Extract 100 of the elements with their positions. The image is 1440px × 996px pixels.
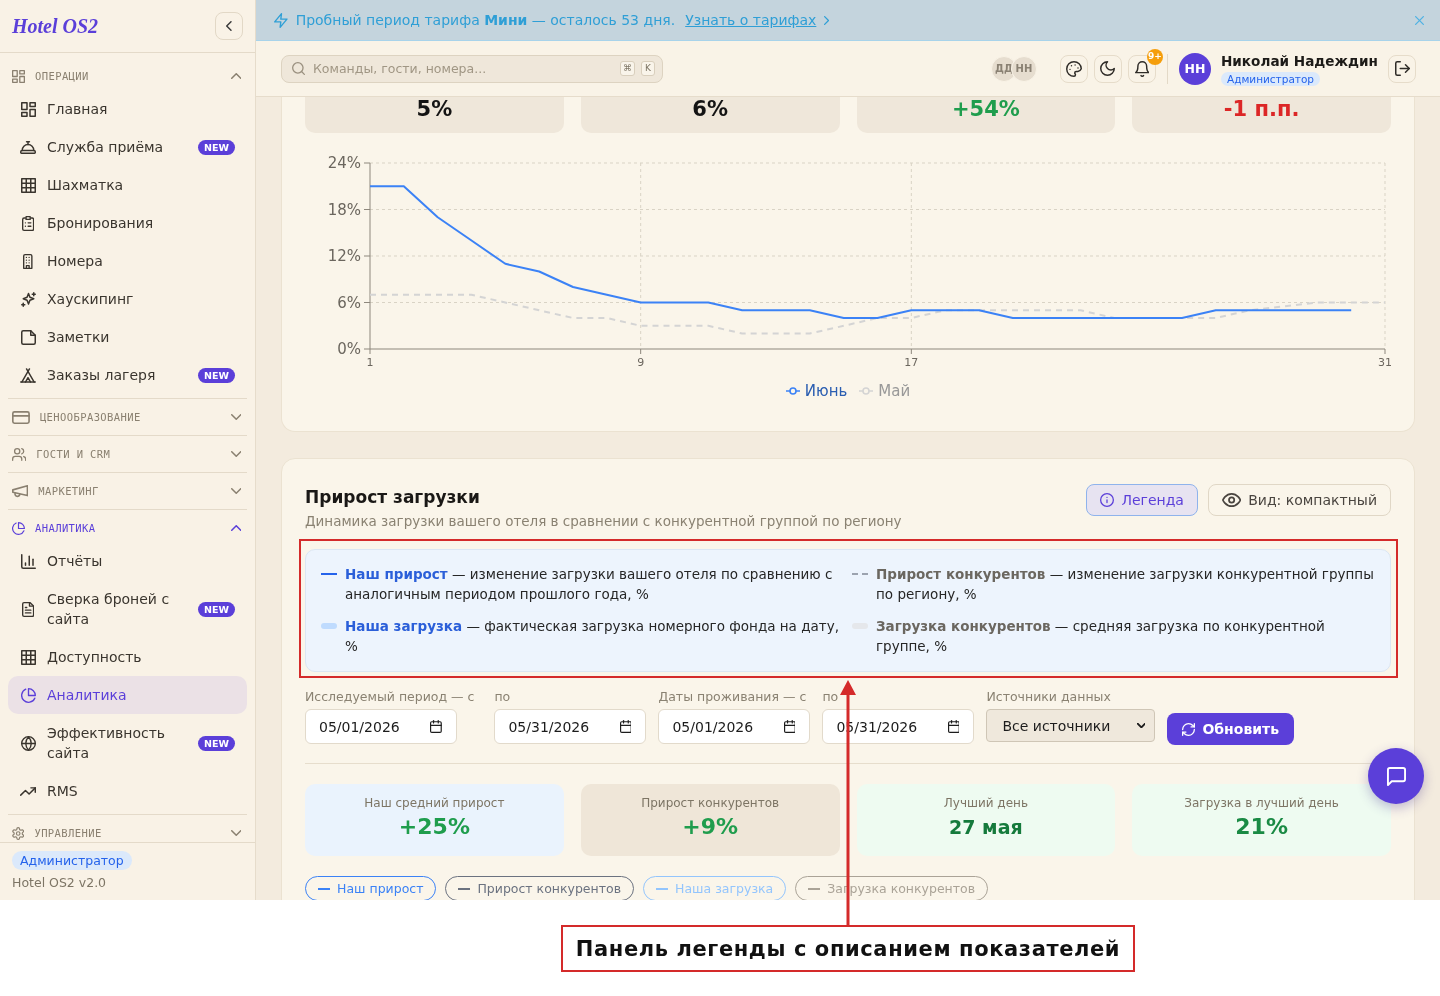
sidebar-item[interactable]: Бронирования: [8, 204, 247, 242]
sidebar-item[interactable]: Сверка броней с сайта NEW: [8, 580, 247, 638]
logout-icon: [1394, 61, 1410, 76]
sidebar-item[interactable]: Эффективность сайта NEW: [8, 714, 247, 772]
service-bell-icon: [20, 139, 36, 155]
chevron-right-icon: [824, 15, 830, 25]
field-label: Источники данных: [986, 689, 1112, 705]
pie-chart-icon: [20, 687, 36, 703]
stat-value: -1 п.п.: [1223, 97, 1300, 121]
axis-label: 31: [1378, 356, 1391, 369]
section-header[interactable]: ЦЕНООБРАЗОВАНИЕ: [8, 403, 247, 431]
logout-button[interactable]: [1388, 54, 1416, 83]
card-title: Прирост загрузки: [305, 486, 481, 508]
section-header[interactable]: УПРАВЛЕНИЕ: [8, 819, 247, 842]
document-icon: [21, 601, 35, 617]
legend-description: Загрузка конкурентов — средняя загрузка по конкурентной группе, %: [876, 617, 1326, 656]
role-badge: Администратор: [12, 851, 132, 870]
chevron-left-icon: [226, 21, 232, 31]
grid-icon: [20, 177, 36, 193]
sidebar-item[interactable]: Аналитика: [8, 676, 247, 714]
annotation-caption: Панель легенды с описанием показателей: [560, 925, 1136, 972]
sidebar-item[interactable]: Заметки: [8, 318, 247, 356]
sidebar-item[interactable]: Хаускипинг: [8, 280, 247, 318]
sidebar-item[interactable]: Номера: [8, 242, 247, 280]
field-label: Исследуемый период — с: [305, 689, 475, 705]
stat-value: 21%: [1235, 813, 1288, 841]
calendar-icon: [783, 720, 796, 733]
select-field[interactable]: Все источники: [986, 709, 1156, 742]
section-header[interactable]: МАРКЕТИНГ: [8, 477, 247, 505]
role-badge: Администратор: [1220, 71, 1321, 86]
date-field[interactable]: 05/01/2026: [305, 709, 457, 744]
card-subtitle: Динамика загрузки вашего отеля в сравнении с конкурентной группой по региону: [305, 512, 902, 531]
stat-value: +54%: [951, 97, 1020, 121]
chevron-down-icon: [230, 451, 241, 457]
sidebar-item[interactable]: RMS: [8, 772, 247, 810]
axis-label: 1: [366, 356, 374, 369]
section-header[interactable]: ОПЕРАЦИИ: [8, 62, 247, 90]
chevron-down-icon: [1136, 723, 1146, 728]
legend-description: Наша загрузка — фактическая загрузка номерного фонда на дату, %: [345, 617, 840, 656]
axis-label: 9: [637, 356, 645, 369]
dark-mode-button[interactable]: [1093, 54, 1122, 83]
sidebar-item[interactable]: Заказы лагеря NEW: [8, 356, 247, 394]
building-icon: [23, 253, 33, 269]
sidebar-item[interactable]: Главная: [8, 90, 247, 128]
axis-label: 6%: [337, 293, 361, 312]
chevron-up-icon: [230, 73, 241, 79]
stat-value: 5%: [416, 97, 453, 121]
note-icon: [20, 329, 36, 345]
section-header[interactable]: ГОСТИ И CRM: [8, 440, 247, 468]
bar-chart-icon: [20, 553, 36, 569]
view-mode-button[interactable]: Вид: компактный: [1207, 484, 1391, 516]
axis-label: 0%: [337, 340, 361, 358]
megaphone-icon: [12, 484, 29, 498]
collapse-sidebar-button[interactable]: [215, 12, 243, 40]
card-icon: [12, 410, 30, 424]
field-label: по: [822, 689, 840, 705]
refresh-icon: [1182, 722, 1196, 736]
user-name: Николай Надеждин: [1220, 51, 1378, 70]
refresh-button[interactable]: Обновить: [1167, 713, 1295, 745]
new-badge: NEW: [198, 601, 235, 617]
field-label: по: [494, 689, 512, 705]
grid-icon: [20, 649, 36, 665]
sidebar-item[interactable]: Служба приёма NEW: [8, 128, 247, 166]
calendar-icon: [430, 720, 442, 733]
stat-label: Загрузка в лучший день: [1184, 795, 1339, 812]
palette-icon: [1065, 60, 1082, 77]
axis-label: 17: [904, 356, 919, 369]
date-field[interactable]: 05/31/2026: [494, 709, 647, 744]
user-avatar[interactable]: НН: [1178, 52, 1211, 85]
calendar-icon: [947, 720, 960, 733]
search-icon: [292, 62, 305, 75]
sidebar-item[interactable]: Шахматка: [8, 166, 247, 204]
lightning-icon: [274, 12, 288, 28]
legend-label: Май: [878, 381, 911, 401]
legend-entry[interactable]: Июнь: [785, 381, 848, 401]
sidebar-item[interactable]: Доступность: [8, 638, 247, 676]
section-header[interactable]: АНАЛИТИКА: [8, 514, 247, 542]
date-field[interactable]: 05/01/2026: [658, 709, 811, 744]
chevron-down-icon: [230, 830, 241, 836]
theme-button[interactable]: [1059, 54, 1088, 83]
banner-text: Пробный период тарифа Мини — осталось 53 дня.: [295, 12, 676, 28]
clipboard-icon: [21, 215, 35, 231]
app-logo: Hotel OS2: [12, 14, 99, 38]
dashboard-icon: [12, 69, 25, 83]
close-icon: [1415, 15, 1424, 25]
stat-value: +25%: [398, 813, 470, 841]
globe-icon: [20, 735, 36, 751]
field-label: Даты проживания — с: [658, 689, 808, 705]
new-badge: NEW: [198, 735, 235, 751]
axis-label: 12%: [327, 247, 361, 265]
sidebar-item[interactable]: Отчёты: [8, 542, 247, 580]
stat-label: Наш средний прирост: [364, 795, 505, 812]
sparkles-icon: [20, 291, 36, 307]
legend-button[interactable]: Легенда: [1086, 484, 1198, 516]
chevron-down-icon: [230, 488, 241, 494]
calendar-icon: [619, 720, 632, 733]
notification-count: 9+: [1146, 48, 1163, 65]
legend-label: Июнь: [804, 381, 848, 401]
axis-label: 24%: [327, 154, 361, 172]
axis-label: 18%: [327, 200, 361, 219]
